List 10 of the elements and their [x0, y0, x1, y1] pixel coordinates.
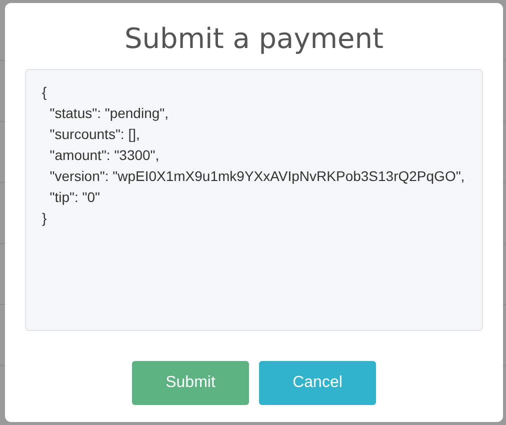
code-line: "surcounts": [],: [48, 125, 140, 144]
dialog-title: Submit a payment: [123, 21, 384, 57]
code-line: "amount": "3300",: [48, 146, 160, 165]
code-line: "tip": "0": [48, 188, 100, 207]
cancel-button[interactable]: Cancel: [259, 361, 376, 405]
submit-button[interactable]: Submit: [132, 361, 249, 405]
code-line: "version": "wpEI0X1mX9u1mk9YXxAVIpNvRKPob3S13rQ2PqGO",: [48, 167, 465, 186]
code-line: }: [42, 209, 47, 228]
code-line: "status": "pending",: [48, 104, 169, 123]
code-line: {: [42, 83, 47, 102]
